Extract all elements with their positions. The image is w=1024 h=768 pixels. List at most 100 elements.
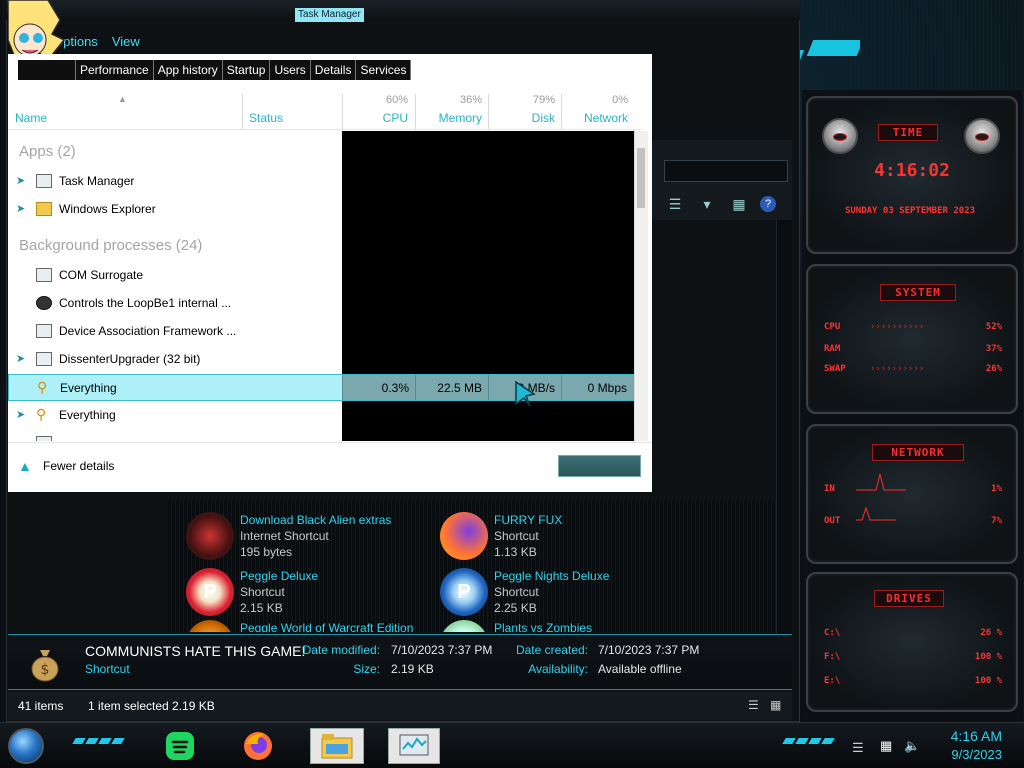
sort-arrow-icon: ▲ [118,94,127,104]
column-headers: ▲ Name Status 60% CPU 36% Memory 79% Dis… [8,94,642,130]
file-item[interactable]: Plants vs Zombies [440,620,680,632]
service-icon [36,436,52,441]
task-manager-icon[interactable] [388,728,440,764]
network-total: 0% [612,94,628,106]
tab-startup[interactable]: Startup [222,60,271,80]
preview-pane-icon[interactable]: ▦ [728,193,750,215]
fewer-details-link[interactable]: Fewer details [43,459,114,473]
window-title[interactable]: Task Manager [295,8,364,22]
alien-head-icon [822,118,858,154]
details-file-name: COMMUNISTS HATE THIS GAME! [85,643,306,659]
date-modified-value: 7/10/2023 7:37 PM [391,643,493,657]
ram-label: RAM [824,344,841,354]
column-name[interactable]: Name [15,111,47,125]
availability-label: Availability: [528,662,588,676]
view-options-icon[interactable]: ☰ [664,193,686,215]
cpu-value: 52% [985,322,1002,332]
date-modified-label: Date modified: [302,643,380,657]
taskbar-date[interactable]: 9/3/2023 [936,747,1002,762]
ram-value: 37% [985,344,1002,354]
net-out-value: 7% [991,516,1002,526]
file-explorer-icon[interactable] [310,728,364,764]
process-row[interactable]: Device Association Framework ... [8,318,634,345]
process-row[interactable]: Controls the LoopBe1 internal ... [8,290,634,317]
explorer-scrollbar[interactable] [776,220,792,634]
column-memory[interactable]: Memory [422,111,482,125]
details-view-icon[interactable]: ☰ [748,698,759,712]
menu-view[interactable]: View [112,34,140,49]
process-name: Task Manager [59,174,135,188]
tab-details[interactable]: Details [310,60,357,80]
process-row[interactable]: COM Surrogate [8,262,634,289]
expand-icon[interactable]: ➤ [16,409,25,421]
chevron-up-icon[interactable]: ▲ [18,459,34,473]
column-network[interactable]: Network [568,111,628,125]
file-item[interactable]: FURRY FUX Shortcut 1.13 KB [440,512,680,566]
gadget-time: 4:16:02 [874,160,950,181]
peggle-icon: P [186,568,234,616]
net-in-value: 1% [991,484,1002,494]
tiles-view-icon[interactable]: ▦ [770,698,781,712]
expand-icon[interactable]: ➤ [16,175,25,187]
memory-total: 36% [459,94,482,106]
volume-icon[interactable]: 🔈 [904,738,920,754]
process-list: Apps (2) ➤ Task Manager ➤ Windows Explor… [8,131,642,441]
file-type: Shortcut [494,585,539,599]
chevron-down-icon[interactable]: ▾ [696,193,718,215]
file-item[interactable]: Peggle World of Warcraft Edition [186,620,426,632]
file-item[interactable]: Download Black Alien extras Internet Sho… [186,512,426,566]
column-disk[interactable]: Disk [495,111,555,125]
file-size: 1.13 KB [494,545,537,559]
process-row[interactable]: ➤ Windows Explorer [8,196,634,223]
process-row-selected[interactable]: ⚲ Everything 0.3% 22.5 MB 0 MB/s 0 Mbps [8,374,634,401]
tab-users[interactable]: Users [270,60,311,80]
details-file-type: Shortcut [85,662,130,676]
help-icon[interactable]: ? [760,196,776,212]
swap-value: 26% [985,364,1002,374]
process-row[interactable]: ➤ DissenterUpgrader (32 bit) [8,346,634,373]
tab-performance[interactable]: Performance [76,60,154,80]
start-button[interactable] [8,728,44,764]
mouse-cursor-icon [515,380,536,407]
size-value: 2.19 KB [391,662,434,676]
file-list: Download Black Alien extras Internet Sho… [168,500,776,632]
firefox-icon [440,512,488,560]
file-name: Peggle World of Warcraft Edition [240,621,414,632]
end-task-button[interactable] [558,455,641,477]
search-input[interactable] [664,160,788,182]
pvz-icon [440,620,488,632]
memory-cell: 22.5 MB [415,375,488,400]
expand-icon[interactable]: ➤ [16,353,25,365]
date-created-value: 7/10/2023 7:37 PM [598,643,700,657]
tab-services[interactable]: Services [356,60,412,80]
taskbar-decoration [72,738,125,746]
column-status[interactable]: Status [249,111,283,125]
process-row[interactable]: ➤ ⚲ Everything [8,402,634,429]
taskbar-clock[interactable]: 4:16 AM [942,728,1002,744]
file-item[interactable]: P Peggle Deluxe Shortcut 2.15 KB [186,568,426,622]
file-name: FURRY FUX [494,513,563,527]
network-tray-icon[interactable]: ▦ [880,738,892,754]
size-label: Size: [353,662,380,676]
process-name: Everything [59,408,116,422]
cpu-cell: 0.3% [342,375,415,400]
column-separator [561,94,562,130]
search-icon: ⚲ [37,379,48,395]
firefox-icon[interactable] [233,728,283,764]
file-type: Shortcut [240,585,285,599]
file-item[interactable]: P Peggle Nights Deluxe Shortcut 2.25 KB [440,568,680,622]
column-separator [342,94,343,130]
net-out-label: OUT [824,516,841,526]
column-cpu[interactable]: CPU [348,111,408,125]
group-background: Background processes (24) [19,237,203,254]
expand-icon[interactable]: ➤ [16,203,25,215]
spotify-icon[interactable] [155,728,205,764]
tab-app-history[interactable]: App history [153,60,223,80]
scrollbar-thumb[interactable] [637,148,645,208]
process-row[interactable] [8,430,634,441]
column-separator [415,94,416,130]
show-hidden-icons[interactable]: ☰ [852,740,864,756]
tab-processes[interactable] [18,60,76,80]
tab-strip: Performance App history Startup Users De… [18,60,412,80]
process-row[interactable]: ➤ Task Manager [8,168,634,195]
